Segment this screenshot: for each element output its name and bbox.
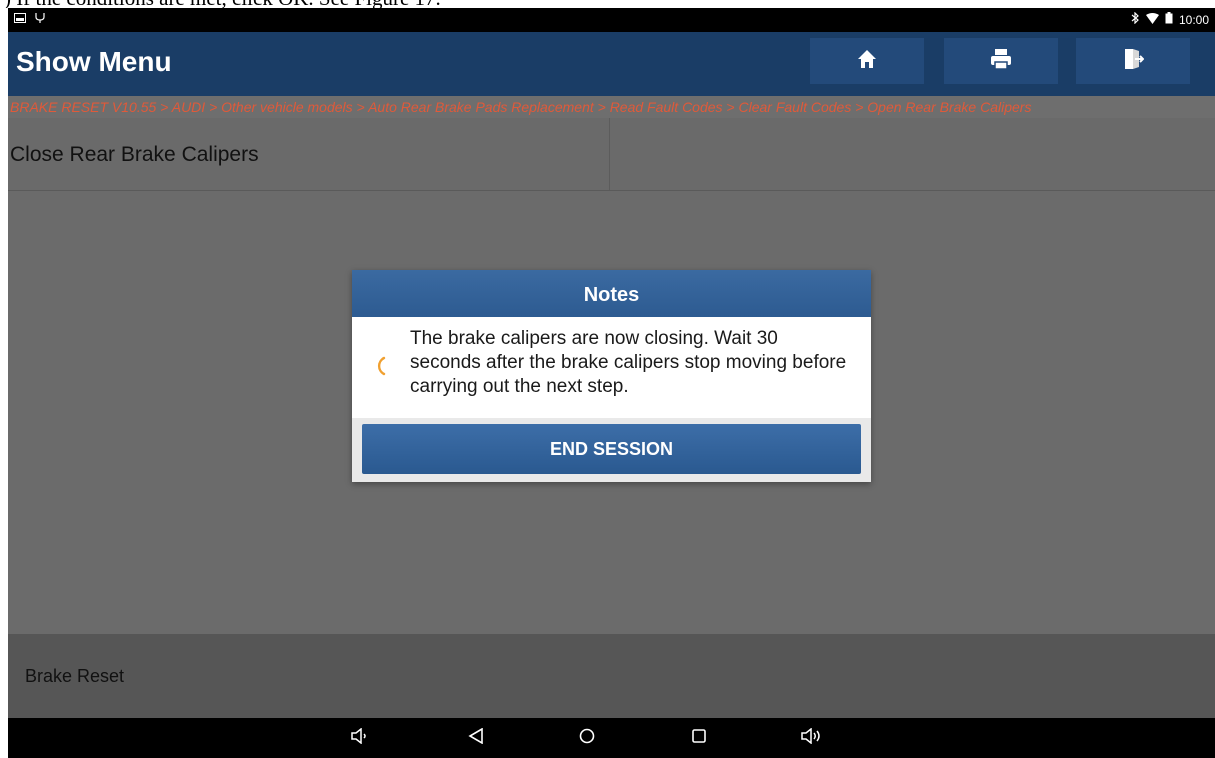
home-button[interactable] bbox=[810, 38, 924, 84]
volume-down-button[interactable] bbox=[347, 726, 373, 750]
status-time: 10:00 bbox=[1178, 12, 1209, 27]
footer-label: Brake Reset bbox=[25, 666, 125, 686]
header-row: Close Rear Brake Calipers bbox=[8, 118, 1215, 191]
header-cell: Close Rear Brake Calipers bbox=[8, 118, 610, 190]
dialog-message: The brake calipers are now closing. Wait… bbox=[410, 328, 847, 397]
device-screen: 10:00 Show Menu BRAKE RESET V10.55 > AUD… bbox=[8, 8, 1215, 758]
volume-down-icon bbox=[350, 726, 370, 749]
recents-button[interactable] bbox=[686, 726, 712, 750]
nav-bar bbox=[8, 718, 1215, 758]
home-circle-icon bbox=[579, 728, 595, 749]
wifi-icon bbox=[1145, 12, 1159, 27]
title-bar: Show Menu bbox=[8, 32, 1215, 96]
volume-up-button[interactable] bbox=[798, 726, 824, 750]
document-caption: ) If the conditions are met, click OK. S… bbox=[0, 0, 1215, 8]
print-icon bbox=[990, 48, 1012, 75]
loading-spinner-icon bbox=[369, 355, 391, 377]
exit-button[interactable] bbox=[1076, 38, 1190, 84]
image-icon bbox=[14, 12, 26, 26]
app-title: Show Menu bbox=[16, 46, 172, 77]
dialog-footer: END SESSION bbox=[352, 418, 871, 482]
print-button[interactable] bbox=[944, 38, 1058, 84]
end-session-button[interactable]: END SESSION bbox=[362, 424, 861, 474]
breadcrumb: BRAKE RESET V10.55 > AUDI > Other vehicl… bbox=[8, 96, 1215, 118]
footer-bar: Brake Reset bbox=[8, 634, 1215, 718]
bluetooth-icon bbox=[1131, 11, 1140, 27]
battery-icon bbox=[1165, 12, 1173, 27]
home-nav-button[interactable] bbox=[574, 726, 600, 750]
dialog-body: The brake calipers are now closing. Wait… bbox=[352, 317, 871, 418]
page-title: Close Rear Brake Calipers bbox=[10, 143, 259, 166]
usb-icon bbox=[34, 11, 46, 26]
back-button[interactable] bbox=[463, 726, 489, 750]
notes-dialog: Notes The brake calipers are now closing… bbox=[352, 270, 871, 482]
status-bar: 10:00 bbox=[8, 8, 1215, 32]
volume-up-icon bbox=[800, 726, 822, 749]
dialog-title: Notes bbox=[352, 270, 871, 317]
exit-icon bbox=[1122, 48, 1145, 75]
back-icon bbox=[468, 727, 484, 749]
home-icon bbox=[857, 49, 877, 74]
recents-icon bbox=[691, 728, 707, 749]
